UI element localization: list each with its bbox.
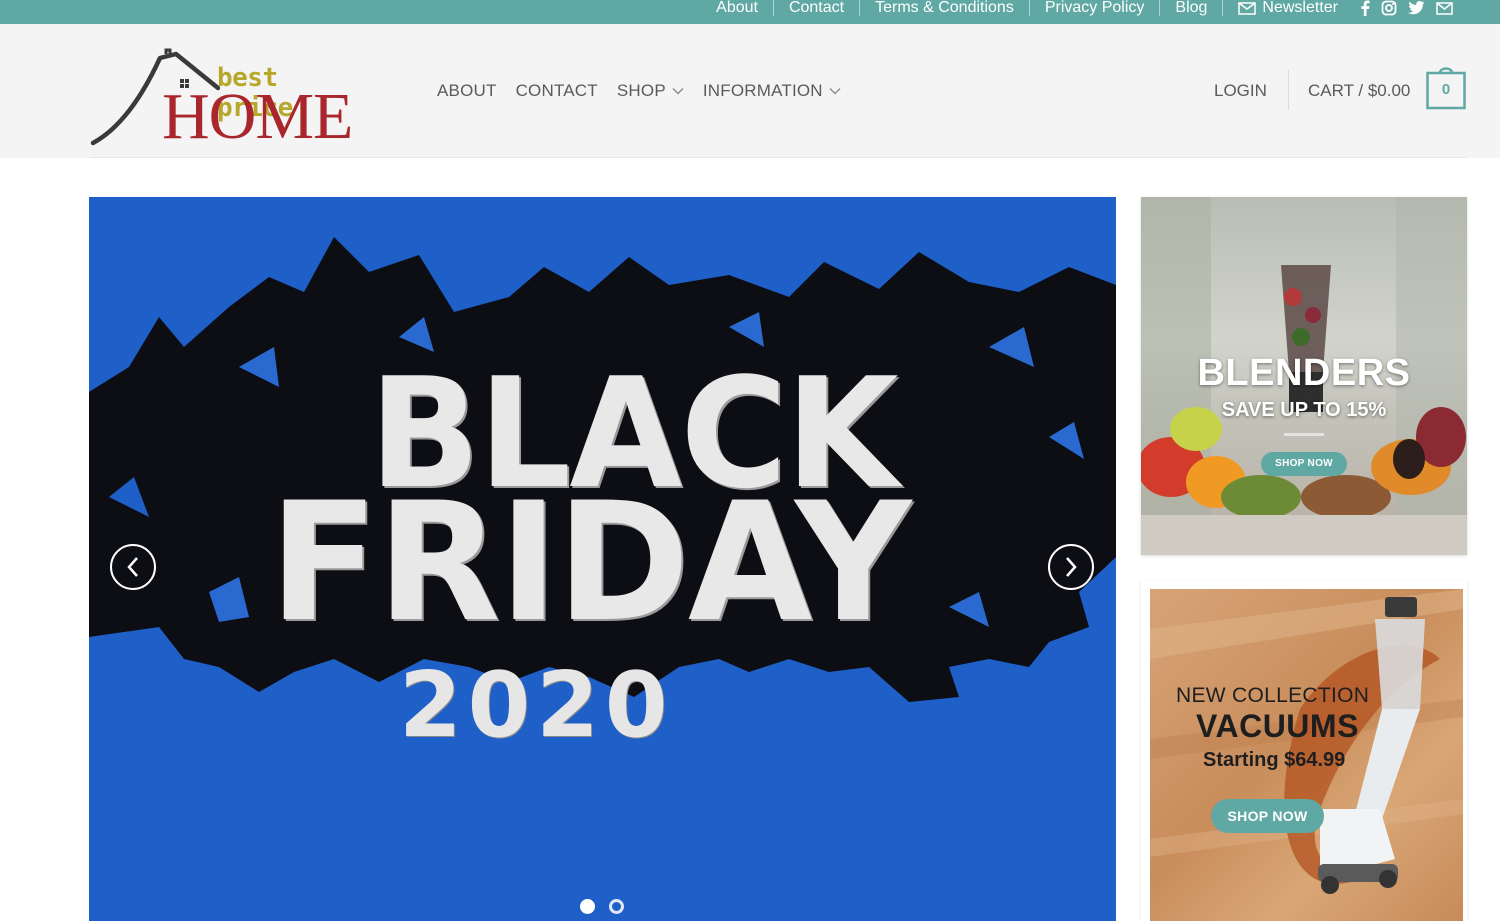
chevron-down-icon	[672, 88, 684, 95]
main-nav: ABOUT CONTACT SHOP INFORMATION	[437, 79, 860, 103]
top-link-privacy[interactable]: Privacy Policy	[1045, 0, 1145, 17]
top-link-about[interactable]: About	[716, 0, 758, 17]
slider-dot-1[interactable]	[580, 899, 595, 914]
promo-blenders[interactable]: BLENDERS SAVE UP TO 15% SHOP NOW	[1141, 197, 1467, 555]
top-link-terms[interactable]: Terms & Conditions	[875, 0, 1014, 17]
envelope-icon	[1238, 1, 1257, 15]
nav-item-contact[interactable]: CONTACT	[516, 81, 598, 101]
top-bar-divider	[1222, 0, 1224, 16]
logo-wordmark: HOME	[162, 80, 353, 153]
top-bar-divider	[772, 0, 774, 16]
nav-item-label: INFORMATION	[702, 81, 823, 100]
nav-item-label: ABOUT	[437, 81, 497, 100]
blenders-shop-now-button[interactable]: SHOP NOW	[1261, 452, 1347, 476]
instagram-icon[interactable]	[1381, 0, 1397, 16]
promo-divider	[1284, 433, 1324, 436]
slider-pagination	[580, 899, 624, 914]
promo-vacuums-price: Starting $64.99	[1203, 749, 1346, 771]
top-bar: About Contact Terms & Conditions Privacy…	[0, 0, 1500, 24]
slider-prev-button[interactable]	[110, 544, 156, 590]
chevron-down-icon	[829, 88, 841, 95]
facebook-icon[interactable]	[1360, 0, 1370, 16]
top-link-blog[interactable]: Blog	[1175, 0, 1207, 17]
cart-link[interactable]: CART / $0.00	[1308, 79, 1410, 103]
top-bar-divider	[859, 0, 861, 16]
slider-dot-2[interactable]	[609, 899, 624, 914]
cart-count-badge: 0	[1441, 81, 1451, 98]
top-bar-nav: About Contact Terms & Conditions Privacy…	[716, 0, 1453, 20]
chevron-right-icon	[1066, 557, 1077, 577]
hero-slider[interactable]: BLACK FRIDAY 2020	[89, 197, 1116, 921]
social-links	[1360, 0, 1453, 16]
nav-item-about[interactable]: ABOUT	[437, 81, 497, 101]
promo-vacuums-title: VACUUMS	[1196, 708, 1359, 744]
promo-blenders-title: BLENDERS	[1197, 352, 1411, 394]
newsletter-label: Newsletter	[1262, 0, 1338, 16]
login-link[interactable]: LOGIN	[1214, 79, 1267, 103]
vacuums-shop-now-button[interactable]: SHOP NOW	[1211, 799, 1324, 833]
nav-item-label: SHOP	[616, 81, 666, 100]
header-account-divider	[1288, 70, 1289, 110]
promo-vacuums[interactable]: NEW COLLECTION VACUUMS Starting $64.99 S…	[1141, 580, 1467, 921]
promo-blenders-subtitle: SAVE UP TO 15%	[1221, 399, 1387, 421]
slider-next-button[interactable]	[1048, 544, 1094, 590]
hero-headline-line2: FRIDAY	[269, 467, 911, 658]
twitter-icon[interactable]	[1408, 1, 1425, 15]
chevron-left-icon	[127, 557, 138, 577]
top-bar-divider	[1028, 0, 1030, 16]
newsletter-link[interactable]: Newsletter	[1238, 0, 1338, 17]
promo-vacuums-image: NEW COLLECTION VACUUMS Starting $64.99 S…	[1150, 589, 1463, 921]
email-icon[interactable]	[1436, 1, 1453, 15]
nav-item-shop[interactable]: SHOP	[617, 81, 684, 101]
promo-vacuums-kicker: NEW COLLECTION	[1176, 684, 1370, 707]
nav-item-label: CONTACT	[515, 81, 598, 100]
top-link-contact[interactable]: Contact	[789, 0, 844, 17]
hero-headline-year: 2020	[399, 653, 674, 758]
site-logo[interactable]: best price HOME	[90, 48, 360, 152]
header-divider	[90, 157, 1467, 158]
nav-item-information[interactable]: INFORMATION	[703, 81, 841, 101]
top-bar-divider	[1159, 0, 1161, 16]
